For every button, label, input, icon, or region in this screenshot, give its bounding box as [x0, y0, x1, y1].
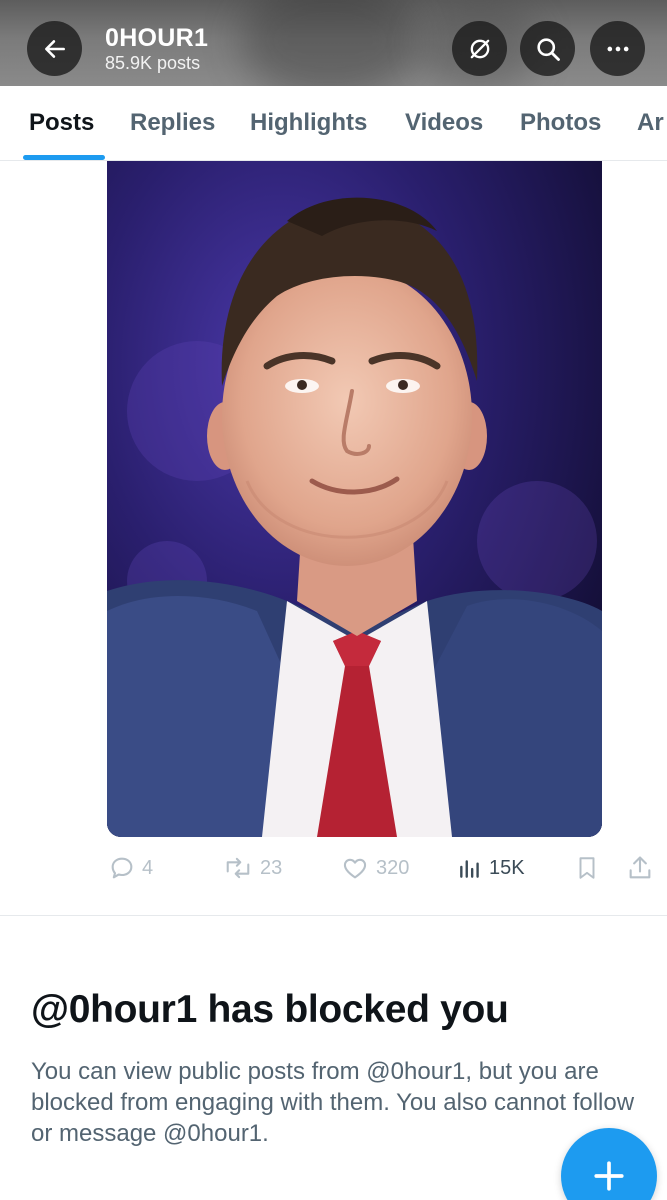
heart-icon [343, 858, 367, 879]
reply-button[interactable]: 4 [108, 848, 153, 888]
profile-name: 0HOUR1 [105, 24, 209, 52]
tab-replies[interactable]: Replies [130, 109, 215, 137]
arrow-left-icon [44, 39, 65, 58]
tab-highlights[interactable]: Highlights [250, 109, 367, 137]
back-button[interactable] [27, 21, 82, 76]
unlock-button[interactable] [452, 21, 507, 76]
like-button[interactable]: 320 [340, 848, 409, 888]
reply-icon [111, 857, 133, 879]
header-banner-blur [240, 0, 420, 86]
profile-header: 0HOUR1 85.9K posts [0, 0, 667, 86]
portrait-illustration [107, 161, 602, 837]
view-count: 15K [489, 856, 525, 879]
reply-count: 4 [142, 856, 154, 879]
tab-posts[interactable]: Posts [29, 109, 94, 137]
plus-icon [594, 1161, 624, 1191]
views-button[interactable]: 15K [457, 848, 525, 888]
bookmark-button[interactable] [574, 848, 600, 888]
blocked-description: You can view public posts from @0hour1, … [31, 1058, 635, 1147]
more-icon [607, 46, 628, 51]
search-button[interactable] [520, 21, 575, 76]
tab-articles[interactable]: Ar [637, 109, 664, 137]
header-title-block: 0HOUR1 85.9K posts [105, 24, 208, 74]
profile-tabs: Posts Replies Highlights Videos Photos A… [0, 86, 667, 161]
repost-button[interactable]: 23 [222, 848, 282, 888]
like-count: 320 [376, 856, 410, 879]
share-icon [629, 856, 651, 879]
blocked-heading: @0hour1 has blocked you [31, 988, 509, 1031]
repost-icon [226, 857, 250, 879]
post-image[interactable] [107, 161, 602, 837]
post-action-bar: 4 23 320 15K [0, 848, 667, 888]
more-button[interactable] [590, 21, 645, 76]
search-icon [536, 37, 560, 61]
tab-photos[interactable]: Photos [520, 109, 601, 137]
active-tab-indicator [23, 155, 105, 160]
repost-count: 23 [260, 856, 283, 879]
tab-videos[interactable]: Videos [405, 109, 483, 137]
timeline-divider [0, 915, 667, 916]
views-chart-icon [460, 860, 479, 878]
share-button[interactable] [626, 848, 654, 888]
unlock-icon [470, 39, 489, 58]
post-count: 85.9K posts [105, 53, 201, 73]
bookmark-icon [579, 857, 595, 879]
